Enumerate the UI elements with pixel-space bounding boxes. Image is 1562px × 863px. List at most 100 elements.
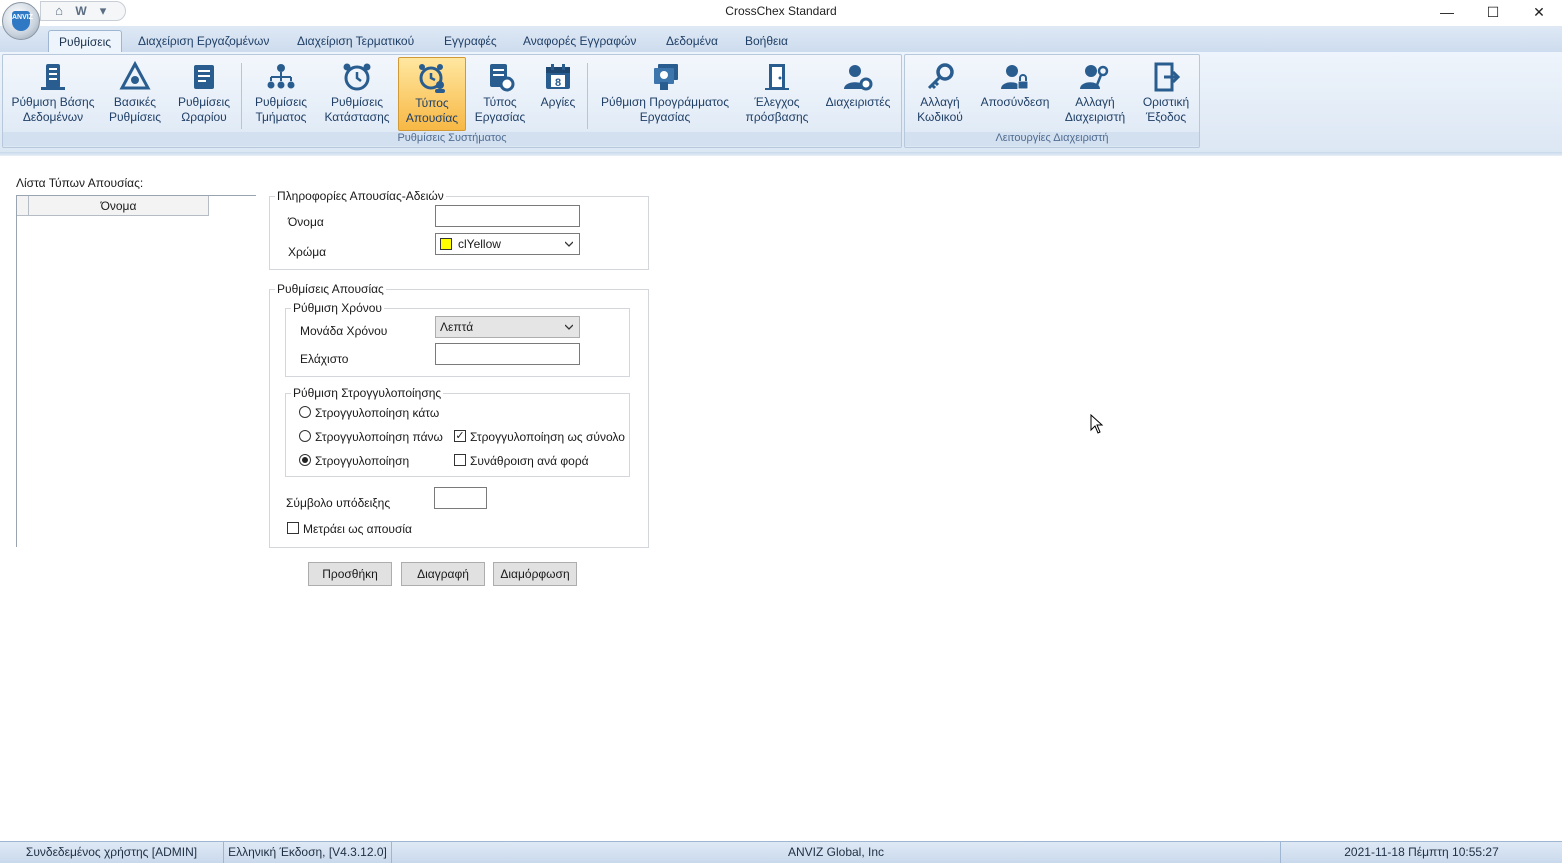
symbol-input[interactable]	[434, 487, 487, 509]
tab-records[interactable]: Εγγραφές	[434, 30, 507, 52]
access-control-button[interactable]: Έλεγχος πρόσβασης	[741, 57, 813, 131]
status-bar: Συνδεδεμένος χρήστης [ADMIN] Ελληνική Έκ…	[0, 841, 1562, 863]
basic-settings-icon	[119, 61, 151, 90]
sum-each-label[interactable]: Συνάθροιση ανά φορά	[470, 454, 589, 468]
tab-data[interactable]: Δεδομένα	[656, 30, 728, 52]
administrators-label: Διαχειριστές	[825, 95, 891, 109]
work-type-button[interactable]: Τύπος Εργασίας	[469, 57, 531, 131]
access-control-label: Έλεγχος	[754, 95, 800, 109]
access-control-label-2: πρόσβασης	[745, 110, 809, 124]
absence-list-label: Λίστα Τύπων Απουσίας:	[16, 176, 144, 190]
calendar-day-text: 8	[555, 77, 561, 89]
counts-as-absence-label[interactable]: Μετράει ως απουσία	[303, 522, 412, 536]
round-down-radio[interactable]	[299, 406, 311, 418]
round-total-label[interactable]: Στρογγυλοποίηση ως σύνολο	[470, 430, 625, 444]
work-schedule-label-2: Εργασίας	[639, 110, 691, 124]
maximize-button[interactable]: ☐	[1470, 0, 1516, 24]
color-select[interactable]: clYellow	[435, 233, 580, 255]
alarm-clock-icon	[343, 63, 371, 91]
time-unit-value: Λεπτά	[440, 320, 474, 334]
logout-button[interactable]: Αποσύνδεση	[975, 57, 1055, 131]
round-up-radio[interactable]	[299, 430, 311, 442]
absence-info-legend: Πληροφορίες Απουσίας-Αδειών	[277, 189, 444, 203]
minimum-input[interactable]	[435, 343, 580, 365]
round-up-label[interactable]: Στρογγυλοποίηση πάνω	[315, 430, 443, 444]
basic-settings-button[interactable]: Βασικές Ρυθμίσεις	[101, 57, 169, 131]
tab-terminal-management[interactable]: Διαχείριση Τερματικού	[287, 30, 424, 52]
status-company: ANVIZ Global, Inc	[392, 842, 1281, 863]
title-bar: ⌂ W ▾ CrossChex Standard — ☐ ✕	[0, 0, 1562, 26]
database-settings-button[interactable]: Ρύθμιση Βάσης Δεδομένων	[7, 57, 99, 131]
ribbon: Ρύθμιση Βάσης Δεδομένων Βασικές Ρυθμίσει…	[0, 52, 1562, 153]
app-logo[interactable]: ANVIZ	[2, 2, 40, 40]
name-input[interactable]	[435, 205, 580, 227]
close-button[interactable]: ✕	[1516, 0, 1562, 24]
color-select-value: clYellow	[458, 237, 501, 251]
round-down-label[interactable]: Στρογγυλοποίηση κάτω	[315, 406, 439, 420]
absence-type-button[interactable]: Τύπος Απουσίας	[398, 57, 466, 131]
symbol-label: Σύμβολο υπόδειξης	[286, 496, 391, 510]
holidays-button[interactable]: 8 Αργίες	[533, 57, 583, 131]
minimum-label: Ελάχιστο	[300, 352, 349, 366]
user-lock-icon	[1001, 65, 1029, 90]
user-key-icon	[1080, 65, 1109, 89]
work-schedule-button[interactable]: Ρύθμιση Προγράμματος Εργασίας	[593, 57, 737, 131]
rounding-settings-legend: Ρύθμιση Στρογγυλοποίησης	[293, 386, 442, 400]
absence-type-list[interactable]: Όνομα	[16, 195, 256, 547]
absence-type-label: Τύπος	[415, 96, 449, 110]
round-radio[interactable]	[299, 454, 311, 466]
absence-clock-icon	[419, 64, 445, 93]
change-admin-button[interactable]: Αλλαγή Διαχειριστή	[1059, 57, 1131, 131]
tab-employee-management[interactable]: Διαχείριση Εργαζομένων	[128, 30, 279, 52]
tab-settings[interactable]: Ρυθμίσεις	[48, 30, 123, 52]
work-type-icon	[490, 64, 515, 92]
schedule-settings-label: Ρυθμίσεις	[177, 95, 231, 109]
time-unit-label: Μονάδα Χρόνου	[300, 324, 388, 338]
status-version: Ελληνική Έκδοση, [V4.3.12.0]	[224, 842, 392, 863]
change-password-button[interactable]: Αλλαγή Κωδικού	[909, 57, 971, 131]
absence-settings-legend: Ρυθμίσεις Απουσίας	[277, 282, 384, 296]
ribbon-bottom-strip	[0, 152, 1562, 156]
time-settings-legend: Ρύθμιση Χρόνου	[293, 301, 382, 315]
status-settings-label-2: Κατάστασης	[324, 110, 390, 124]
department-tree-icon	[267, 64, 295, 89]
department-settings-label-2: Τμήματος	[255, 110, 307, 124]
system-settings-group-label: Ρυθμίσεις Συστήματος	[3, 132, 901, 146]
list-row-indicator-header	[17, 196, 29, 216]
change-password-label-2: Κωδικού	[917, 110, 963, 124]
chevron-down-icon	[565, 241, 573, 247]
administrators-button[interactable]: Διαχειριστές	[817, 57, 899, 131]
round-label[interactable]: Στρογγυλοποίηση	[315, 454, 409, 468]
department-settings-button[interactable]: Ρυθμίσεις Τμήματος	[245, 57, 317, 131]
exit-button[interactable]: Οριστική Έξοδος	[1135, 57, 1197, 131]
exit-label: Οριστική	[1142, 95, 1190, 109]
holidays-label: Αργίες	[540, 95, 576, 109]
round-total-checkbox[interactable]: ✓	[454, 430, 466, 442]
time-unit-select[interactable]: Λεπτά	[435, 316, 580, 338]
configure-button[interactable]: Διαμόρφωση	[493, 562, 577, 586]
mouse-pointer-icon	[1090, 414, 1104, 434]
counts-as-absence-checkbox[interactable]	[287, 522, 299, 534]
tab-record-reports[interactable]: Αναφορές Εγγραφών	[513, 30, 646, 52]
status-settings-label: Ρυθμίσεις	[330, 95, 384, 109]
color-label: Χρώμα	[288, 245, 327, 259]
work-schedule-icon	[654, 64, 678, 90]
work-type-label: Τύπος	[483, 95, 517, 109]
logout-label: Αποσύνδεση	[980, 95, 1050, 109]
chevron-down-icon	[565, 324, 573, 330]
delete-button[interactable]: Διαγραφή	[401, 562, 485, 586]
tab-help[interactable]: Βοήθεια	[735, 30, 798, 52]
sum-each-checkbox[interactable]	[454, 454, 466, 466]
minimize-button[interactable]: —	[1424, 0, 1470, 24]
key-icon	[927, 63, 954, 90]
name-column-header[interactable]: Όνομα	[29, 196, 209, 216]
admin-user-gear-icon	[844, 65, 873, 91]
add-button[interactable]: Προσθήκη	[308, 562, 392, 586]
status-settings-button[interactable]: Ρυθμίσεις Κατάστασης	[319, 57, 395, 131]
change-admin-label-2: Διαχειριστή	[1064, 110, 1126, 124]
ribbon-separator	[587, 63, 588, 129]
schedule-settings-button[interactable]: Ρυθμίσεις Ωραρίου	[171, 57, 237, 131]
door-access-icon	[765, 64, 789, 90]
schedule-icon	[194, 65, 214, 89]
work-schedule-label: Ρύθμιση Προγράμματος	[601, 95, 729, 109]
